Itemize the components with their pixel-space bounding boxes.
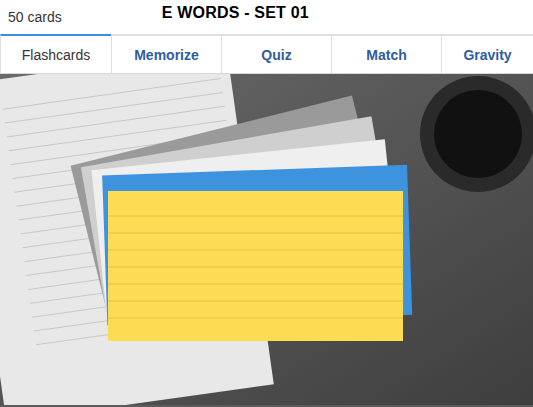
mode-tab[interactable]: Quiz: [221, 34, 331, 73]
mode-tabs: FlashcardsMemorizeQuizMatchGravity: [0, 34, 533, 74]
mode-tab[interactable]: Flashcards: [0, 34, 111, 73]
card-count: 50 cards: [8, 9, 62, 25]
mode-tab[interactable]: Memorize: [111, 34, 221, 73]
flashcards-illustration-icon: [0, 74, 533, 405]
header: 50 cards E WORDS - SET 01: [0, 0, 533, 34]
set-title: E WORDS - SET 01: [162, 4, 309, 30]
mode-tab[interactable]: Match: [331, 34, 441, 73]
flashcard-page: 50 cards E WORDS - SET 01 FlashcardsMemori…: [0, 0, 533, 407]
mode-tab[interactable]: Gravity: [441, 34, 533, 73]
flashcards-picture: [0, 74, 533, 407]
